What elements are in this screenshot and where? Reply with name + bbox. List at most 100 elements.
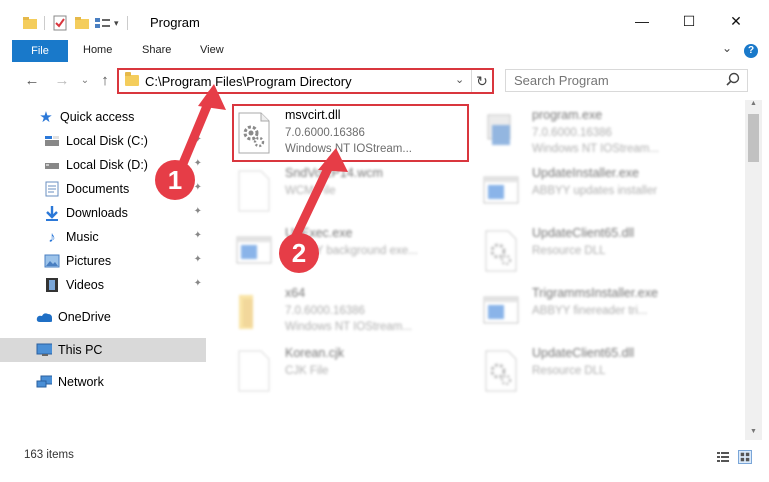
exe-icon xyxy=(236,236,272,264)
large-icons-view-icon[interactable] xyxy=(738,450,752,464)
tab-view[interactable]: View xyxy=(200,44,224,56)
file-item[interactable]: UpdateClient65.dll Resource DLL xyxy=(482,224,722,282)
new-folder-icon[interactable] xyxy=(74,16,90,30)
step-badge-1: 1 xyxy=(155,160,195,200)
status-bar: 163 items xyxy=(0,446,769,468)
pictures-icon xyxy=(44,253,60,269)
file-description: Windows NT IOStream... xyxy=(532,143,659,155)
help-icon[interactable]: ? xyxy=(744,44,758,58)
program-exe-icon xyxy=(487,114,511,145)
file-item[interactable]: TrigrammsInstaller.exe ABBYY finereader … xyxy=(482,284,722,342)
videos-icon xyxy=(44,277,60,293)
file-name: x64 xyxy=(285,286,306,300)
documents-icon xyxy=(44,181,60,197)
customize-toolbar-icon[interactable]: ▾ xyxy=(114,18,119,29)
minimize-button[interactable]: — xyxy=(632,10,652,32)
scroll-down-icon[interactable]: ▼ xyxy=(745,428,762,440)
exe-icon xyxy=(483,296,519,324)
scroll-thumb[interactable] xyxy=(748,114,759,162)
file-name: UpdateClient65.dll xyxy=(532,346,635,360)
separator xyxy=(126,16,133,30)
exe-icon xyxy=(483,176,519,204)
sidebar-item-label: Local Disk (D:) xyxy=(66,158,148,172)
sidebar-item-network[interactable]: Network xyxy=(0,370,206,394)
search-input[interactable] xyxy=(506,70,716,91)
maximize-button[interactable]: ☐ xyxy=(679,10,699,32)
sidebar-item-pictures[interactable]: Pictures ✦ xyxy=(0,249,206,273)
computer-icon xyxy=(36,342,52,358)
blank-file-icon xyxy=(238,350,270,392)
sidebar-item-label: Network xyxy=(58,375,104,389)
expand-ribbon-icon[interactable]: ⌄ xyxy=(722,41,732,55)
file-item[interactable]: UpdateInstaller.exe ABBYY updates instal… xyxy=(482,164,722,222)
file-description: ABBYY updates installer xyxy=(532,185,658,197)
file-version: 7.0.6000.16386 xyxy=(532,127,612,139)
sidebar-item-onedrive[interactable]: OneDrive xyxy=(0,305,206,329)
folder-icon xyxy=(125,72,139,86)
step-badge-2: 2 xyxy=(279,233,319,273)
separator xyxy=(44,16,52,30)
network-icon xyxy=(36,374,52,390)
sidebar-item-music[interactable]: ♪ Music ✦ xyxy=(0,225,206,249)
file-item[interactable]: Korean.cjk CJK File xyxy=(235,344,475,402)
file-description: Windows NT IOStream... xyxy=(285,321,412,333)
dll-gear-icon xyxy=(485,350,517,392)
file-item[interactable]: program.exe 7.0.6000.16386 Windows NT IO… xyxy=(482,106,722,164)
address-dropdown-icon[interactable]: ⌄ xyxy=(455,73,464,86)
details-view-icon[interactable] xyxy=(716,450,730,464)
window-title: Program xyxy=(150,15,200,30)
file-name: TrigrammsInstaller.exe xyxy=(532,286,658,300)
download-icon xyxy=(44,205,60,221)
search-box[interactable] xyxy=(505,69,748,92)
sidebar-item-label: Music xyxy=(66,230,99,244)
file-description: ABBYY finereader tri... xyxy=(532,305,648,317)
scroll-up-icon[interactable]: ▲ xyxy=(745,100,762,112)
sidebar-item-label: OneDrive xyxy=(58,310,111,324)
view-options-icon[interactable] xyxy=(94,16,112,30)
file-name: UpdateInstaller.exe xyxy=(532,166,640,180)
drive-icon xyxy=(44,157,60,173)
properties-check-icon[interactable] xyxy=(52,15,68,31)
sidebar-item-videos[interactable]: Videos ✦ xyxy=(0,273,206,297)
file-type: Resource DLL xyxy=(532,365,606,377)
file-item[interactable]: UpdateClient65.dll Resource DLL xyxy=(482,344,722,402)
recent-locations-button[interactable]: ⌄ xyxy=(76,72,94,90)
file-version: 7.0.6000.16386 xyxy=(285,305,365,317)
quick-access-toolbar: ▾ xyxy=(22,14,133,32)
drive-icon xyxy=(44,133,60,149)
cloud-icon xyxy=(36,309,52,325)
folder-icon[interactable] xyxy=(22,16,38,30)
forward-button[interactable]: → xyxy=(53,72,71,90)
star-icon: ★ xyxy=(39,109,53,126)
music-icon: ♪ xyxy=(48,228,56,246)
pin-icon[interactable]: ✦ xyxy=(194,278,202,289)
file-name: Korean.cjk xyxy=(285,346,345,360)
file-name: UpdateClient65.dll xyxy=(532,226,635,240)
ribbon-bar xyxy=(0,40,769,62)
refresh-button[interactable]: ↻ xyxy=(471,70,492,92)
close-button[interactable]: ✕ xyxy=(726,10,746,32)
tab-share[interactable]: Share xyxy=(142,44,171,56)
up-button[interactable]: ↑ xyxy=(96,72,114,90)
sidebar-item-label: This PC xyxy=(58,343,103,357)
dll-gear-icon xyxy=(485,230,517,272)
sidebar-item-label: Local Disk (C:) xyxy=(66,134,148,148)
file-item[interactable]: x64 7.0.6000.16386 Windows NT IOStream..… xyxy=(235,284,475,342)
item-count: 163 items xyxy=(24,449,74,461)
sidebar-item-label: Pictures xyxy=(66,254,112,268)
folder-file-icon xyxy=(239,295,253,329)
pin-icon[interactable]: ✦ xyxy=(194,230,202,241)
sidebar-item-label: Quick access xyxy=(60,110,135,124)
vertical-scrollbar[interactable]: ▲ ▼ xyxy=(745,100,762,440)
tab-home[interactable]: Home xyxy=(83,44,112,56)
sidebar-item-this-pc[interactable]: This PC xyxy=(0,338,206,362)
file-type: CJK File xyxy=(285,365,329,377)
sidebar-item-label: Videos xyxy=(66,278,104,292)
back-button[interactable]: ← xyxy=(23,72,41,90)
sidebar-item-label: Downloads xyxy=(66,206,128,220)
file-name: program.exe xyxy=(532,108,603,122)
pin-icon[interactable]: ✦ xyxy=(194,254,202,265)
file-type: Resource DLL xyxy=(532,245,606,257)
tab-file[interactable]: File xyxy=(12,40,68,62)
search-icon[interactable] xyxy=(726,72,740,89)
